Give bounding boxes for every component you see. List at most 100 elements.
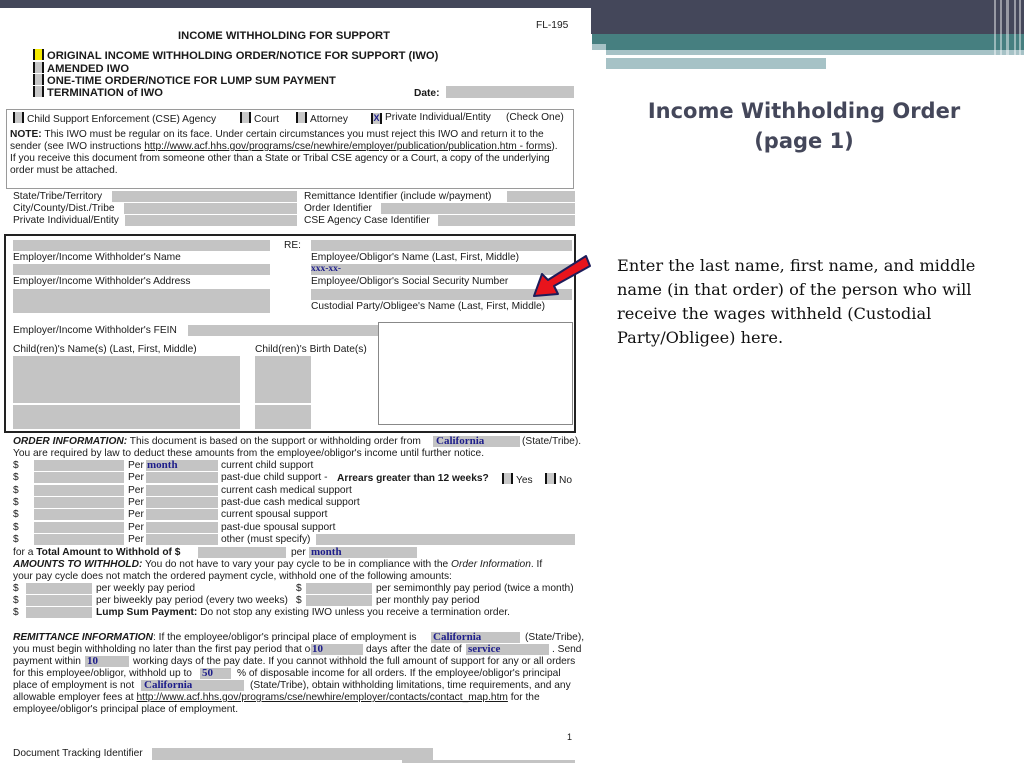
- order-row-description: current cash medical support: [221, 484, 352, 496]
- order-row-description: past-due spousal support: [221, 521, 336, 533]
- checkbox-private-individual[interactable]: X: [371, 113, 382, 124]
- service-value: service: [468, 643, 501, 655]
- form-number: FL-195: [536, 20, 569, 31]
- begin-days-value: 10: [312, 643, 323, 655]
- disposable-income-label: % of disposable income for all orders. I…: [237, 668, 561, 679]
- remittance-id-field[interactable]: [507, 191, 575, 202]
- checkbox-cse-agency[interactable]: [13, 112, 24, 123]
- employer-name-field[interactable]: [13, 240, 270, 251]
- order-row-amount-field[interactable]: [34, 472, 124, 484]
- ssn-value: xxx-xx-: [311, 264, 342, 274]
- checkbox-termination[interactable]: [33, 86, 44, 97]
- children-dob-label: Child(ren)'s Birth Date(s): [255, 344, 367, 355]
- iwo-instructions-link[interactable]: http://www.acf.hhs.gov/programs/cse/newh…: [144, 141, 551, 152]
- checkbox-lump-sum[interactable]: [33, 74, 44, 85]
- remittance-line-5: place of employment is not: [13, 680, 135, 691]
- state-tribe-field[interactable]: [112, 191, 297, 202]
- fein-field[interactable]: [188, 325, 378, 336]
- order-row-period-field[interactable]: [146, 496, 218, 508]
- tracking-field[interactable]: [152, 748, 433, 760]
- children-dob-field[interactable]: [255, 356, 311, 403]
- remittance-line-2: you must begin withholding no later than…: [13, 644, 330, 655]
- limitations-label: (State/Tribe), obtain withholding limita…: [250, 680, 571, 691]
- monthly-amount-field[interactable]: [306, 595, 372, 606]
- order-row-amount-field[interactable]: [34, 484, 124, 496]
- sender-court[interactable]: Court: [240, 112, 279, 126]
- order-row-per: Per: [128, 533, 144, 545]
- slide-header-accent: [592, 44, 606, 50]
- arrears-no[interactable]: No: [545, 473, 572, 487]
- send-label: . Send: [552, 644, 582, 655]
- contact-map-link[interactable]: http://www.acf.hhs.gov/programs/cse/newh…: [136, 692, 507, 703]
- children-names-field[interactable]: [13, 356, 240, 403]
- children-names-field-2[interactable]: [13, 405, 240, 429]
- employer-address-field[interactable]: [13, 264, 270, 275]
- remittance-state-value: California: [433, 631, 482, 643]
- order-info-line-1: ORDER INFORMATION: This document is base…: [13, 436, 421, 447]
- order-row-amount-field[interactable]: [34, 496, 124, 508]
- lump-sum-amount-field[interactable]: [26, 607, 92, 618]
- amounts-line-2: your pay cycle does not match the ordere…: [13, 571, 452, 582]
- order-state-value: California: [436, 435, 485, 447]
- arrears-yes[interactable]: Yes: [502, 473, 533, 487]
- semimonthly-amount-field[interactable]: [306, 583, 372, 594]
- cse-case-id-field[interactable]: [438, 215, 575, 226]
- order-row-period-value: month: [147, 459, 178, 471]
- order-row-per: Per: [128, 484, 144, 496]
- remittance-line-7: employee/obligor's principal place of em…: [13, 704, 239, 715]
- order-row-period-field[interactable]: [146, 533, 218, 545]
- checkbox-amended-iwo[interactable]: [33, 62, 44, 73]
- lump-sum-dollar: $: [13, 607, 19, 618]
- order-type-termination[interactable]: TERMINATION of IWO: [33, 86, 163, 99]
- order-row-dollar: $: [13, 521, 19, 533]
- order-row-dollar: $: [13, 533, 19, 545]
- order-id-field[interactable]: [381, 203, 575, 214]
- total-amount-field[interactable]: [198, 547, 286, 558]
- slide-title-line-2: (page 1): [754, 129, 854, 153]
- other-specify-field[interactable]: [316, 534, 575, 545]
- private-entity-field[interactable]: [125, 215, 297, 226]
- checkbox-arrears-no[interactable]: [545, 473, 556, 484]
- order-type-original[interactable]: ORIGINAL INCOME WITHHOLDING ORDER/NOTICE…: [33, 49, 438, 62]
- order-row-amount-field[interactable]: [34, 509, 124, 521]
- employee-name-label: Employee/Obligor's Name (Last, First, Mi…: [311, 252, 520, 263]
- order-row-per: Per: [128, 460, 144, 471]
- order-row-period-field[interactable]: [146, 509, 218, 521]
- checkbox-court[interactable]: [240, 112, 251, 123]
- order-row-period-field[interactable]: [146, 472, 218, 484]
- not-state-value: California: [144, 679, 193, 691]
- checkbox-arrears-yes[interactable]: [502, 473, 513, 484]
- checkbox-attorney[interactable]: [296, 112, 307, 123]
- note-line-2: sender (see IWO instructions http://www.…: [10, 141, 558, 152]
- date-label: Date:: [414, 88, 440, 99]
- checkbox-original-iwo[interactable]: [33, 49, 44, 60]
- sender-attorney[interactable]: Attorney: [296, 112, 348, 126]
- biweekly-amount-field[interactable]: [26, 595, 92, 606]
- employer-address-field-2[interactable]: [13, 289, 270, 313]
- children-dob-field-2[interactable]: [255, 405, 311, 429]
- weekly-amount-field[interactable]: [26, 583, 92, 594]
- remittance-id-label: Remittance Identifier (include w/payment…: [304, 191, 492, 202]
- order-state-suffix: (State/Tribe).: [522, 436, 582, 447]
- date-field[interactable]: [446, 86, 574, 98]
- order-row-period-field[interactable]: [146, 521, 218, 533]
- order-row-dollar: $: [13, 496, 19, 508]
- note-line-4: order must be attached.: [10, 165, 118, 176]
- remittance-line-6: allowable employer fees at http://www.ac…: [13, 692, 540, 703]
- order-row-per: Per: [128, 496, 144, 508]
- employee-name-field[interactable]: [311, 240, 572, 251]
- slide-header-teal-band: [592, 34, 1024, 50]
- sender-private[interactable]: X Private Individual/Entity: [371, 112, 491, 124]
- ssn-label: Employee/Obligor's Social Security Numbe…: [311, 276, 509, 287]
- order-row-amount-field[interactable]: [34, 521, 124, 533]
- city-county-label: City/County/Dist./Tribe: [13, 203, 115, 214]
- order-row-amount-field[interactable]: [34, 533, 124, 545]
- custodial-party-name-label: Custodial Party/Obligee's Name (Last, Fi…: [311, 301, 546, 312]
- order-row-amount-field[interactable]: [34, 460, 124, 471]
- blank-box: [378, 322, 573, 425]
- sender-cse[interactable]: Child Support Enforcement (CSE) Agency: [13, 112, 216, 126]
- re-label: RE:: [284, 240, 301, 251]
- city-county-field[interactable]: [124, 203, 297, 214]
- slide-instruction-text: Enter the last name, first name, and mid…: [617, 256, 976, 347]
- order-row-period-field[interactable]: [146, 484, 218, 496]
